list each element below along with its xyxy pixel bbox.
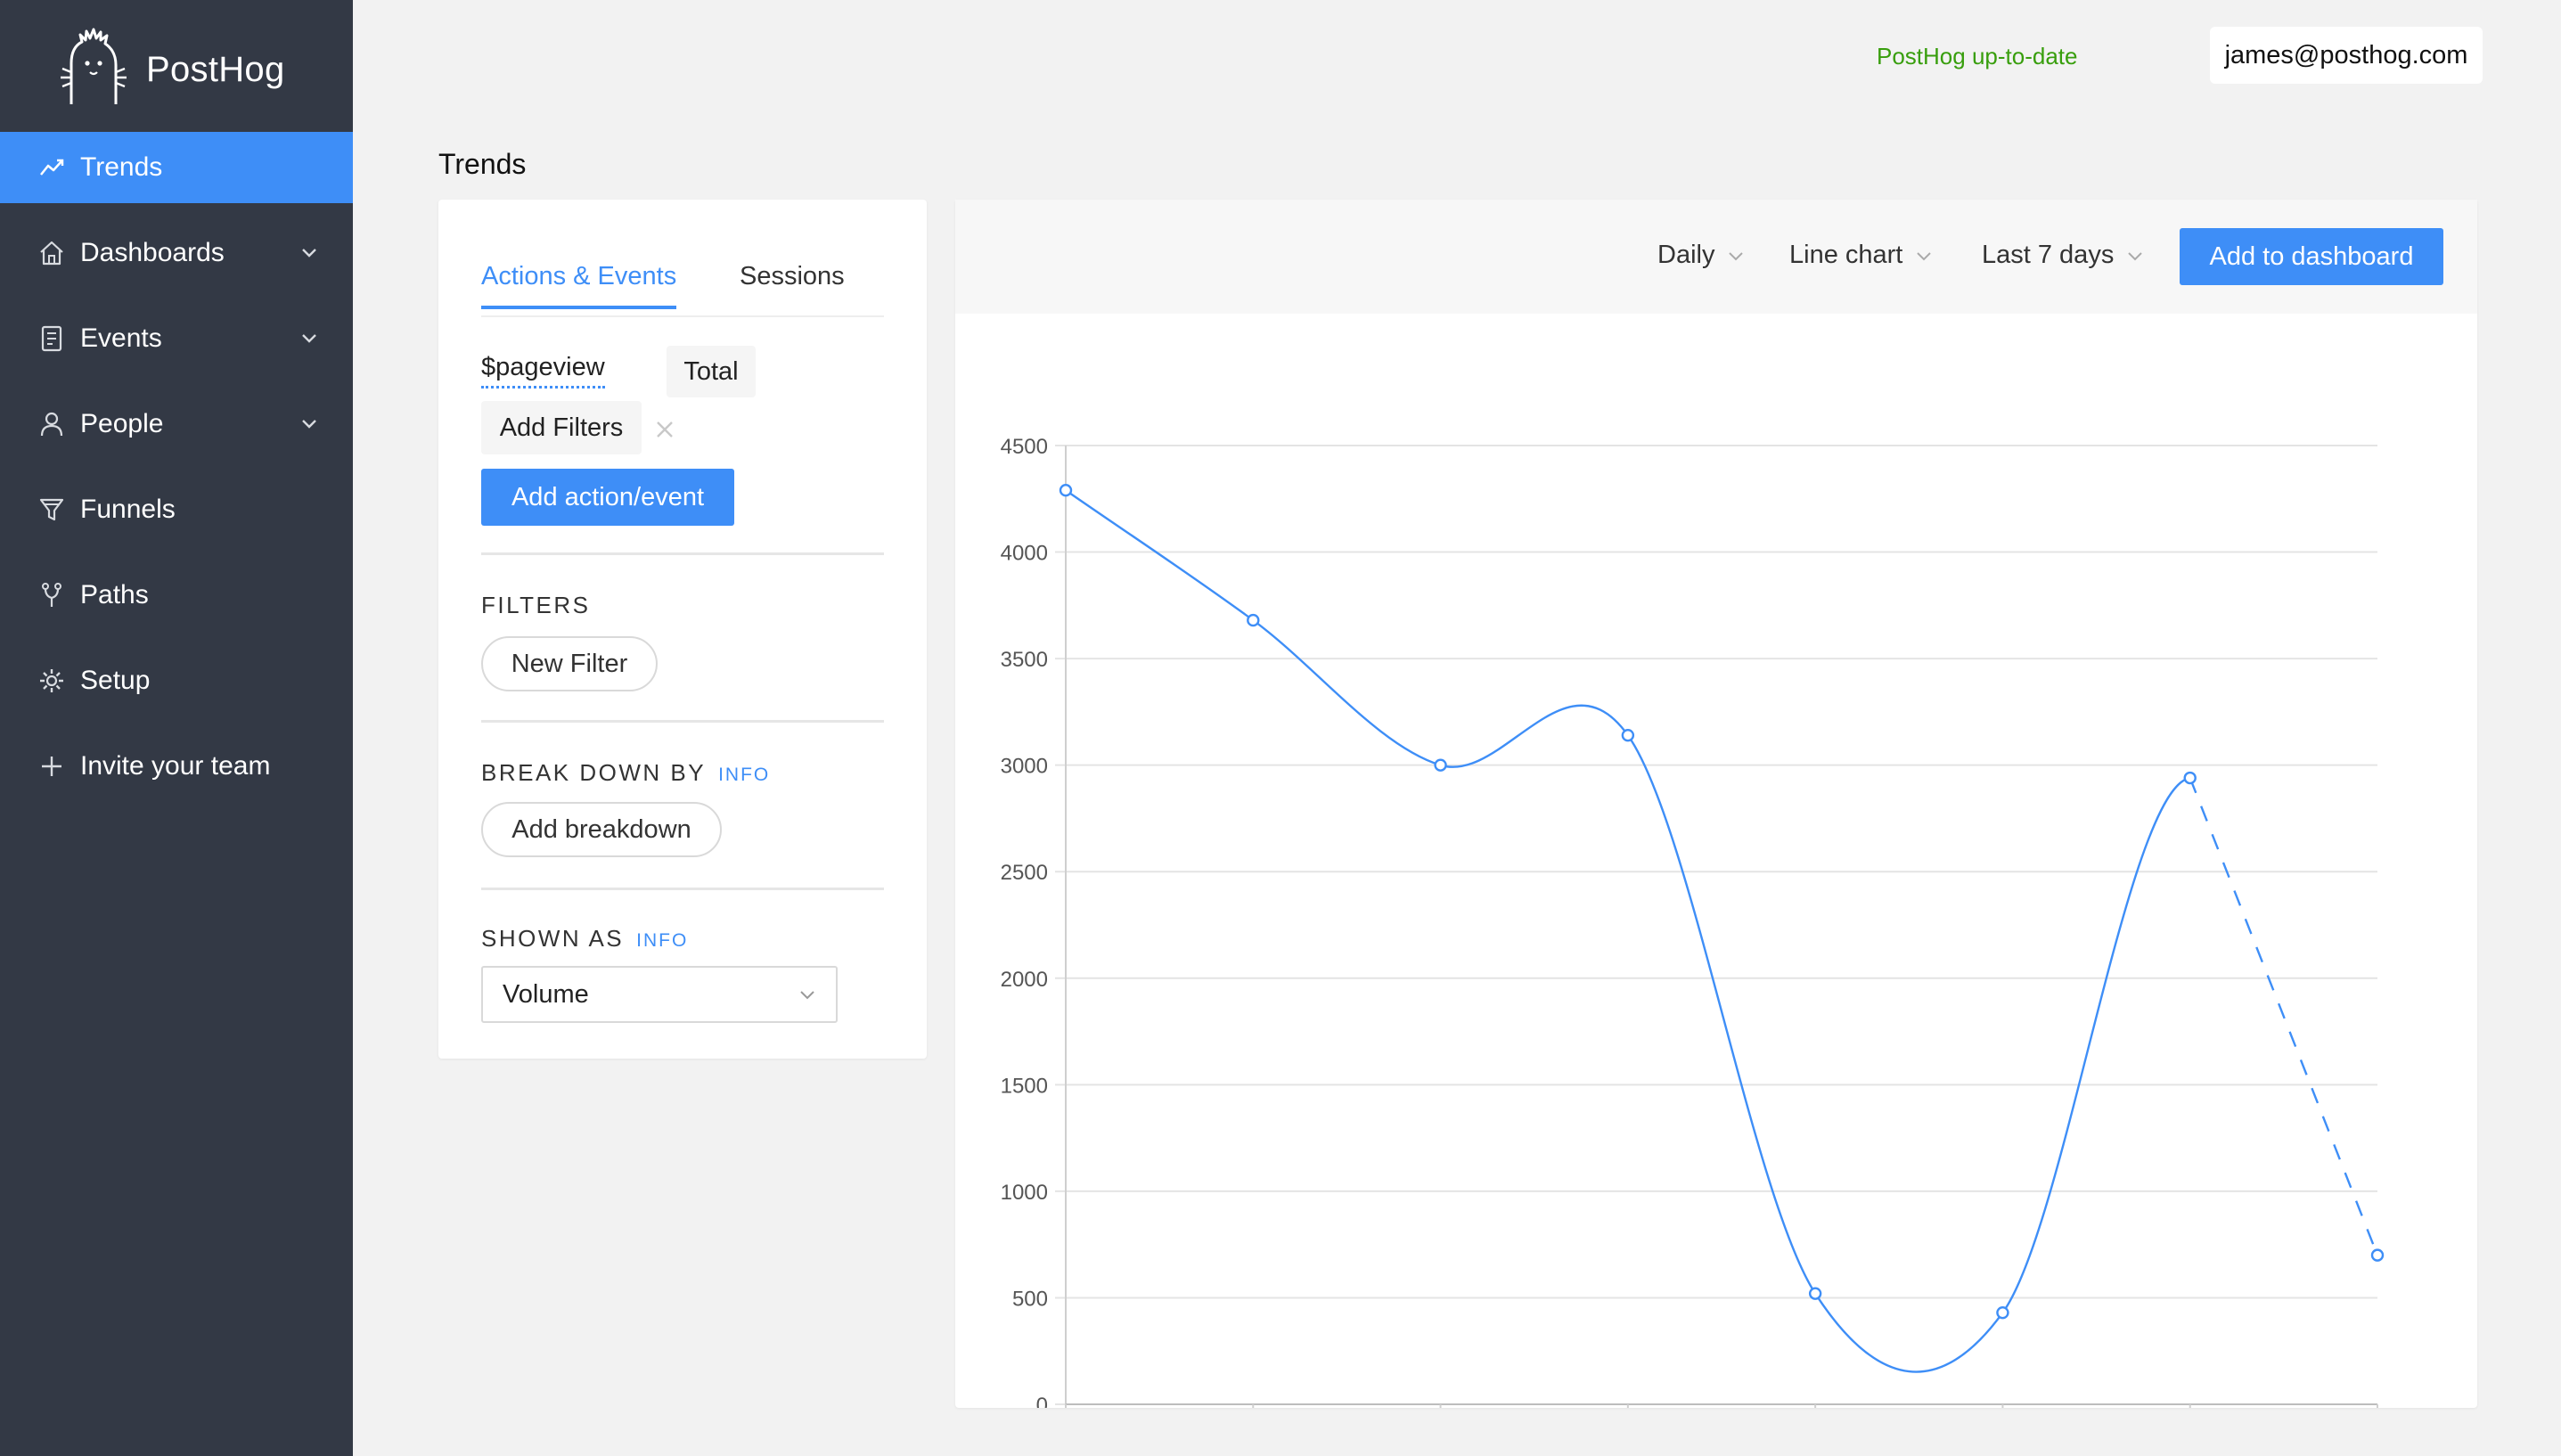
breakdown-title: BREAK DOWN BY bbox=[481, 759, 707, 786]
y-tick-label: 500 bbox=[1012, 1287, 1048, 1311]
sidebar-item-label: Invite your team bbox=[80, 751, 271, 781]
close-icon[interactable] bbox=[652, 417, 677, 442]
chevron-down-icon bbox=[2128, 251, 2143, 260]
sidebar-item-label: Paths bbox=[80, 580, 149, 609]
trend-line-icon bbox=[37, 153, 66, 182]
data-point bbox=[2370, 1248, 2385, 1262]
data-point bbox=[1247, 613, 1260, 627]
breakdown-info-link[interactable]: INFO bbox=[718, 765, 770, 785]
sidebar-item-setup[interactable]: Setup bbox=[0, 645, 353, 716]
sidebar-item-paths[interactable]: Paths bbox=[0, 560, 353, 631]
brand[interactable]: PostHog bbox=[59, 23, 285, 116]
chevron-down-icon[interactable] bbox=[298, 412, 321, 435]
chevron-down-icon bbox=[1917, 251, 1932, 260]
new-filter-button[interactable]: New Filter bbox=[481, 636, 658, 691]
sidebar-item-funnels[interactable]: Funnels bbox=[0, 474, 353, 545]
chart-type-value: Line chart bbox=[1789, 241, 1903, 269]
sidebar-item-label: People bbox=[80, 409, 164, 438]
fork-icon bbox=[37, 581, 66, 609]
sidebar-nav: Trends Dashboards Events People Funnels … bbox=[0, 132, 353, 816]
add-filters-button[interactable]: Add Filters bbox=[481, 401, 642, 454]
user-icon bbox=[37, 410, 66, 438]
brand-name: PostHog bbox=[146, 49, 285, 89]
y-tick-label: 2000 bbox=[1001, 968, 1048, 992]
home-icon bbox=[37, 239, 66, 267]
sidebar-item-label: Dashboards bbox=[80, 238, 225, 267]
filters-heading: FILTERS bbox=[481, 592, 591, 618]
sidebar-item-trends[interactable]: Trends bbox=[0, 132, 353, 203]
chart-type-select[interactable]: Line chart bbox=[1789, 241, 1935, 270]
sidebar-item-events[interactable]: Events bbox=[0, 303, 353, 374]
divider bbox=[481, 720, 884, 723]
event-selector[interactable]: $pageview bbox=[481, 353, 605, 389]
page-title: Trends bbox=[438, 148, 527, 180]
chevron-down-icon[interactable] bbox=[298, 241, 321, 264]
y-tick-label: 1500 bbox=[1001, 1074, 1048, 1098]
shown-as-heading: SHOWN AS INFO bbox=[481, 925, 688, 953]
data-point bbox=[1808, 1287, 1822, 1300]
shown-as-value: Volume bbox=[503, 979, 589, 1009]
y-tick-label: 3000 bbox=[1001, 755, 1048, 779]
data-point bbox=[1996, 1305, 2009, 1320]
query-tabs: Actions & Events Sessions bbox=[481, 262, 884, 317]
trend-chart: 050010001500200025003000350040004500Tue.… bbox=[1001, 435, 2385, 1408]
series-line-incomplete bbox=[2189, 777, 2379, 1256]
divider bbox=[481, 888, 884, 890]
sidebar-item-dashboards[interactable]: Dashboards bbox=[0, 217, 353, 289]
data-point bbox=[1059, 484, 1073, 497]
sidebar-item-invite-team[interactable]: Invite your team bbox=[0, 731, 353, 802]
sidebar-item-label: Events bbox=[80, 323, 162, 353]
tab-actions-events[interactable]: Actions & Events bbox=[481, 262, 677, 309]
chart-toolbar: Daily Line chart Last 7 days Add to dash… bbox=[955, 200, 2477, 314]
shown-as-title: SHOWN AS bbox=[481, 925, 625, 952]
y-tick-label: 2500 bbox=[1001, 861, 1048, 885]
math-selector[interactable]: Total bbox=[667, 346, 756, 397]
sidebar-item-people[interactable]: People bbox=[0, 389, 353, 460]
chevron-down-icon bbox=[1729, 251, 1744, 260]
date-range-value: Last 7 days bbox=[1982, 241, 2115, 269]
chevron-down-icon[interactable] bbox=[298, 326, 321, 349]
query-panel: Actions & Events Sessions $pageview Tota… bbox=[438, 200, 927, 1059]
y-tick-label: 1000 bbox=[1001, 1181, 1048, 1205]
shown-as-info-link[interactable]: INFO bbox=[636, 930, 688, 951]
chevron-down-icon bbox=[800, 991, 814, 1000]
date-range-select[interactable]: Last 7 days bbox=[1982, 241, 2146, 270]
sidebar-item-label: Funnels bbox=[80, 495, 176, 524]
tab-sessions[interactable]: Sessions bbox=[740, 262, 845, 306]
y-tick-label: 4500 bbox=[1001, 435, 1048, 459]
breakdown-heading: BREAK DOWN BY INFO bbox=[481, 759, 770, 787]
add-breakdown-button[interactable]: Add breakdown bbox=[481, 802, 722, 857]
add-action-event-button[interactable]: Add action/event bbox=[481, 469, 734, 526]
data-point bbox=[1621, 728, 1635, 742]
divider bbox=[481, 552, 884, 555]
chart-panel: Daily Line chart Last 7 days Add to dash… bbox=[955, 200, 2477, 1408]
series-line bbox=[1065, 489, 2190, 1373]
shown-as-select[interactable]: Volume bbox=[481, 966, 838, 1023]
document-icon bbox=[37, 324, 66, 353]
interval-value: Daily bbox=[1657, 241, 1715, 269]
add-to-dashboard-button[interactable]: Add to dashboard bbox=[2180, 228, 2443, 285]
sidebar: PostHog Trends Dashboards Events People … bbox=[0, 0, 353, 1456]
posthog-logo-icon bbox=[59, 28, 128, 112]
sidebar-item-label: Trends bbox=[80, 152, 163, 182]
gear-icon bbox=[37, 667, 66, 695]
y-tick-label: 0 bbox=[1036, 1394, 1048, 1408]
funnel-icon bbox=[37, 495, 66, 524]
interval-select[interactable]: Daily bbox=[1657, 241, 1747, 270]
update-status: PostHog up-to-date bbox=[1877, 43, 2078, 70]
sidebar-item-label: Setup bbox=[80, 666, 151, 695]
user-menu[interactable]: james@posthog.com bbox=[2210, 27, 2483, 84]
y-tick-label: 3500 bbox=[1001, 648, 1048, 672]
data-point bbox=[2183, 771, 2197, 785]
y-tick-label: 4000 bbox=[1001, 542, 1048, 566]
data-point bbox=[1434, 758, 1447, 772]
plus-icon bbox=[37, 752, 66, 781]
